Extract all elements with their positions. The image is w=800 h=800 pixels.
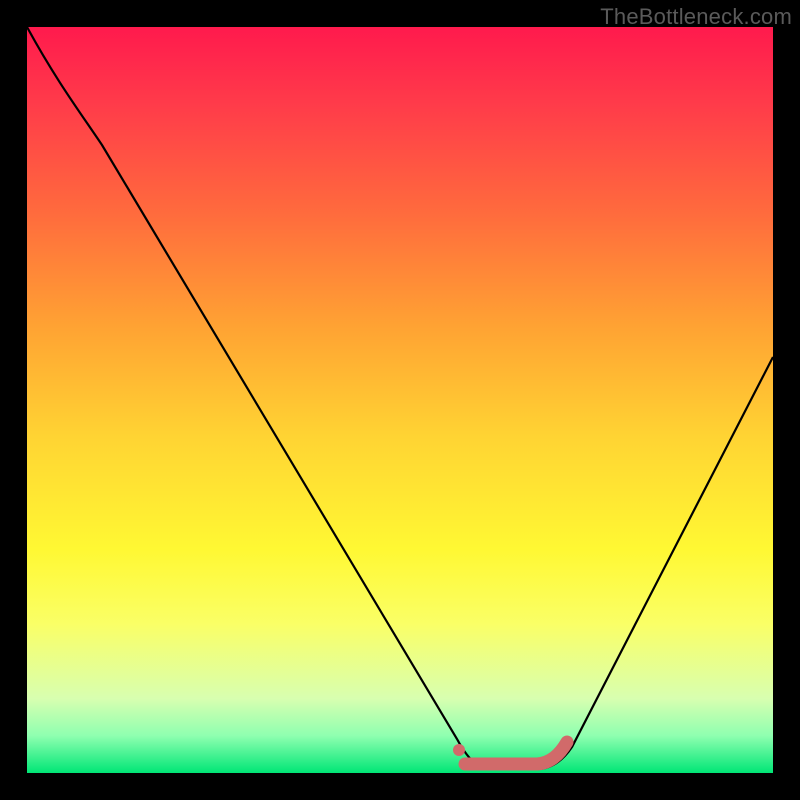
bottleneck-curve (27, 27, 773, 769)
chart-frame: TheBottleneck.com (0, 0, 800, 800)
highlight-dot (453, 744, 465, 756)
watermark-text: TheBottleneck.com (600, 4, 792, 30)
highlight-segment (465, 742, 567, 764)
plot-area (27, 27, 773, 773)
bottleneck-curve-svg (27, 27, 773, 773)
